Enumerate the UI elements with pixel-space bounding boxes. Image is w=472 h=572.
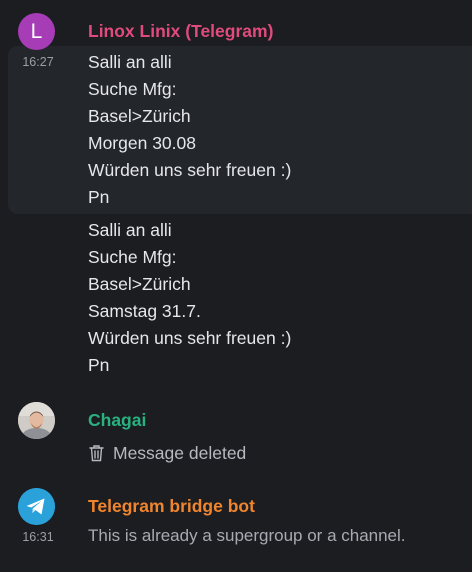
sender-name[interactable]: Chagai <box>88 410 146 431</box>
message-line: Würden uns sehr freuen :) <box>88 328 292 348</box>
bot-notice: This is already a supergroup or a channe… <box>88 526 406 545</box>
sender-name[interactable]: Telegram bridge bot <box>88 496 255 517</box>
avatar[interactable]: L <box>18 13 55 50</box>
message-timeline: L Linox Linix (Telegram) 16:27 Salli an … <box>0 0 472 572</box>
avatar[interactable] <box>18 402 55 439</box>
trash-icon <box>89 445 104 462</box>
message-line: Pn <box>88 187 110 207</box>
message-line: Salli an alli <box>88 220 172 240</box>
user-photo-icon <box>18 402 55 439</box>
message-line: Basel>Zürich <box>88 106 191 126</box>
message-line: Würden uns sehr freuen :) <box>88 160 292 180</box>
message-line: Morgen 30.08 <box>88 133 196 153</box>
message-line: Samstag 31.7. <box>88 301 201 321</box>
message-line: Suche Mfg: <box>88 247 177 267</box>
avatar[interactable] <box>18 488 55 525</box>
sender-name[interactable]: Linox Linix (Telegram) <box>88 21 273 42</box>
telegram-plane-icon <box>18 488 55 525</box>
deleted-message-label: Message deleted <box>113 442 247 463</box>
message-hover-highlight <box>8 46 472 214</box>
message-timestamp[interactable]: 16:27 <box>19 55 57 69</box>
message-timestamp[interactable]: 16:31 <box>19 530 57 544</box>
message-line: Basel>Zürich <box>88 274 191 294</box>
deleted-message: Message deleted <box>88 441 246 465</box>
message-line: Pn <box>88 355 110 375</box>
message-line: Suche Mfg: <box>88 79 177 99</box>
message-line: Salli an alli <box>88 52 172 72</box>
